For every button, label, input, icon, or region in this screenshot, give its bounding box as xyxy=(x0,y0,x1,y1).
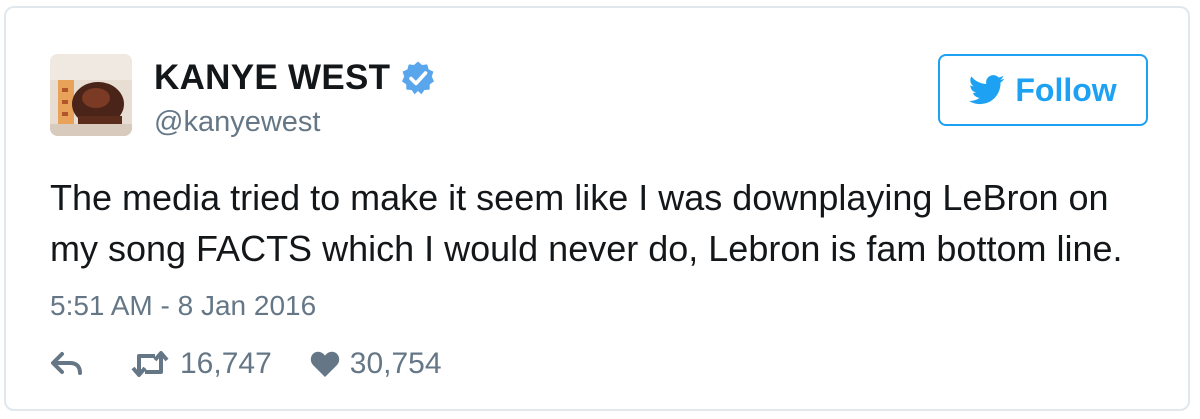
reply-button[interactable] xyxy=(50,351,84,377)
author-name-row: KANYE WEST xyxy=(154,56,436,100)
follow-button-label: Follow xyxy=(1015,72,1117,108)
like-button[interactable]: 30,754 xyxy=(310,346,442,382)
tweet-card: KANYE WEST @kanyewest Follow The media t… xyxy=(4,6,1190,411)
twitter-bird-icon xyxy=(969,75,1005,105)
tweet-text-line: my song FACTS which I would never do, Le… xyxy=(50,228,1123,269)
avatar-image xyxy=(50,54,132,136)
heart-icon xyxy=(310,351,339,377)
author-handle[interactable]: @kanyewest xyxy=(154,104,320,140)
retweet-icon xyxy=(131,351,169,377)
retweet-count: 16,747 xyxy=(180,347,272,380)
tweet-text: The media tried to make it seem like I w… xyxy=(50,172,1160,274)
verified-badge-icon xyxy=(400,60,436,96)
avatar[interactable] xyxy=(50,54,132,136)
reply-icon xyxy=(51,352,82,375)
tweet-text-line: The media tried to make it seem like I w… xyxy=(50,177,1109,218)
retweet-button[interactable]: 16,747 xyxy=(130,346,272,382)
author-display-name[interactable]: KANYE WEST xyxy=(154,56,390,100)
tweet-actions: 16,747 30,754 xyxy=(50,342,442,386)
follow-button[interactable]: Follow xyxy=(938,54,1148,126)
like-count: 30,754 xyxy=(349,347,442,380)
tweet-timestamp[interactable]: 5:51 AM - 8 Jan 2016 xyxy=(50,288,316,324)
